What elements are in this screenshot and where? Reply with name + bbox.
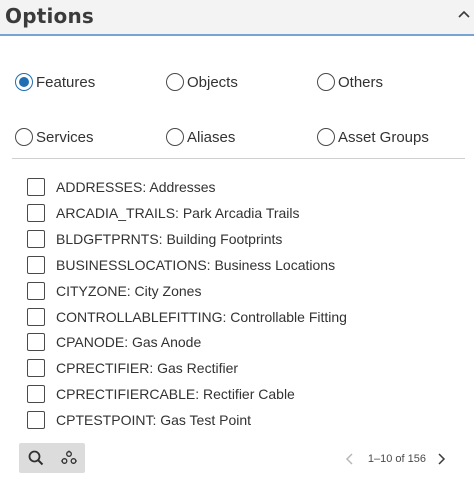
list-item[interactable]: BLDGFTPRNTS: Building Footprints	[27, 229, 282, 249]
checkbox[interactable]	[27, 204, 45, 222]
list-item-label: ADDRESSES: Addresses	[56, 179, 216, 195]
radio-features[interactable]: Features	[15, 72, 95, 92]
list-item[interactable]: CITYZONE: City Zones	[27, 281, 201, 301]
radio-label: Aliases	[187, 128, 236, 146]
chevron-right-icon	[438, 453, 446, 465]
checkbox[interactable]	[27, 411, 45, 429]
list-item[interactable]: CPRECTIFIER: Gas Rectifier	[27, 358, 238, 378]
list-item-label: ARCADIA_TRAILS: Park Arcadia Trails	[56, 205, 300, 221]
gear-cluster-icon	[60, 450, 77, 464]
tool-button-group	[19, 443, 85, 473]
chevron-left-icon	[345, 453, 353, 465]
radio-others[interactable]: Others	[317, 72, 383, 92]
radio-circle[interactable]	[317, 73, 335, 91]
radio-services[interactable]: Services	[15, 127, 94, 147]
radio-circle[interactable]	[15, 73, 33, 91]
page-range-label: 1–10 of 156	[367, 453, 426, 465]
radio-label: Services	[36, 128, 94, 146]
radio-circle[interactable]	[166, 73, 184, 91]
checkbox[interactable]	[27, 385, 45, 403]
radio-dot	[19, 77, 29, 87]
next-page-button[interactable]	[434, 450, 448, 468]
list-item[interactable]: BUSINESSLOCATIONS: Business Locations	[27, 255, 335, 275]
list-item[interactable]: ARCADIA_TRAILS: Park Arcadia Trails	[27, 203, 300, 223]
search-button[interactable]	[19, 443, 52, 473]
options-button[interactable]	[52, 443, 85, 473]
divider	[12, 158, 465, 159]
list-item-label: BUSINESSLOCATIONS: Business Locations	[56, 257, 336, 273]
checkbox[interactable]	[27, 230, 45, 248]
list-item[interactable]: CPTESTPOINT: Gas Test Point	[27, 410, 251, 430]
checkbox[interactable]	[27, 256, 45, 274]
list-item-label: CPANODE: Gas Anode	[56, 334, 202, 350]
radio-label: Objects	[187, 73, 238, 91]
collapse-button[interactable]	[456, 6, 472, 22]
checkbox[interactable]	[27, 333, 45, 351]
pagination: 1–10 of 156	[343, 450, 448, 468]
options-panel: Options Features Objects Others Services…	[0, 0, 474, 490]
radio-circle[interactable]	[166, 128, 184, 146]
radio-aliases[interactable]: Aliases	[166, 127, 235, 147]
list-item[interactable]: CPANODE: Gas Anode	[27, 332, 201, 352]
list-item[interactable]: CPRECTIFIERCABLE: Rectifier Cable	[27, 384, 295, 404]
search-icon	[28, 450, 43, 466]
list-item-label: CPTESTPOINT: Gas Test Point	[56, 412, 252, 428]
radio-label: Asset Groups	[338, 128, 429, 146]
radio-circle[interactable]	[317, 128, 335, 146]
list-item-label: CPRECTIFIER: Gas Rectifier	[56, 360, 239, 376]
list-item-label: BLDGFTPRNTS: Building Footprints	[56, 231, 283, 247]
radio-asset-groups[interactable]: Asset Groups	[317, 127, 429, 147]
panel-header: Options	[0, 0, 474, 36]
list-item-label: CPRECTIFIERCABLE: Rectifier Cable	[56, 386, 295, 402]
checkbox[interactable]	[27, 178, 45, 196]
list-item[interactable]: CONTROLLABLEFITTING: Controllable Fittin…	[27, 307, 347, 327]
checkbox[interactable]	[27, 282, 45, 300]
chevron-up-icon	[458, 10, 470, 18]
radio-circle[interactable]	[15, 128, 33, 146]
checkbox[interactable]	[27, 308, 45, 326]
prev-page-button[interactable]	[343, 450, 357, 468]
radio-label: Others	[338, 73, 384, 91]
list-item[interactable]: ADDRESSES: Addresses	[27, 177, 216, 197]
list-item-label: CONTROLLABLEFITTING: Controllable Fittin…	[56, 309, 347, 325]
list-item-label: CITYZONE: City Zones	[56, 283, 202, 299]
radio-label: Features	[36, 73, 96, 91]
checkbox[interactable]	[27, 359, 45, 377]
panel-title: Options	[5, 4, 95, 28]
radio-objects[interactable]: Objects	[166, 72, 238, 92]
